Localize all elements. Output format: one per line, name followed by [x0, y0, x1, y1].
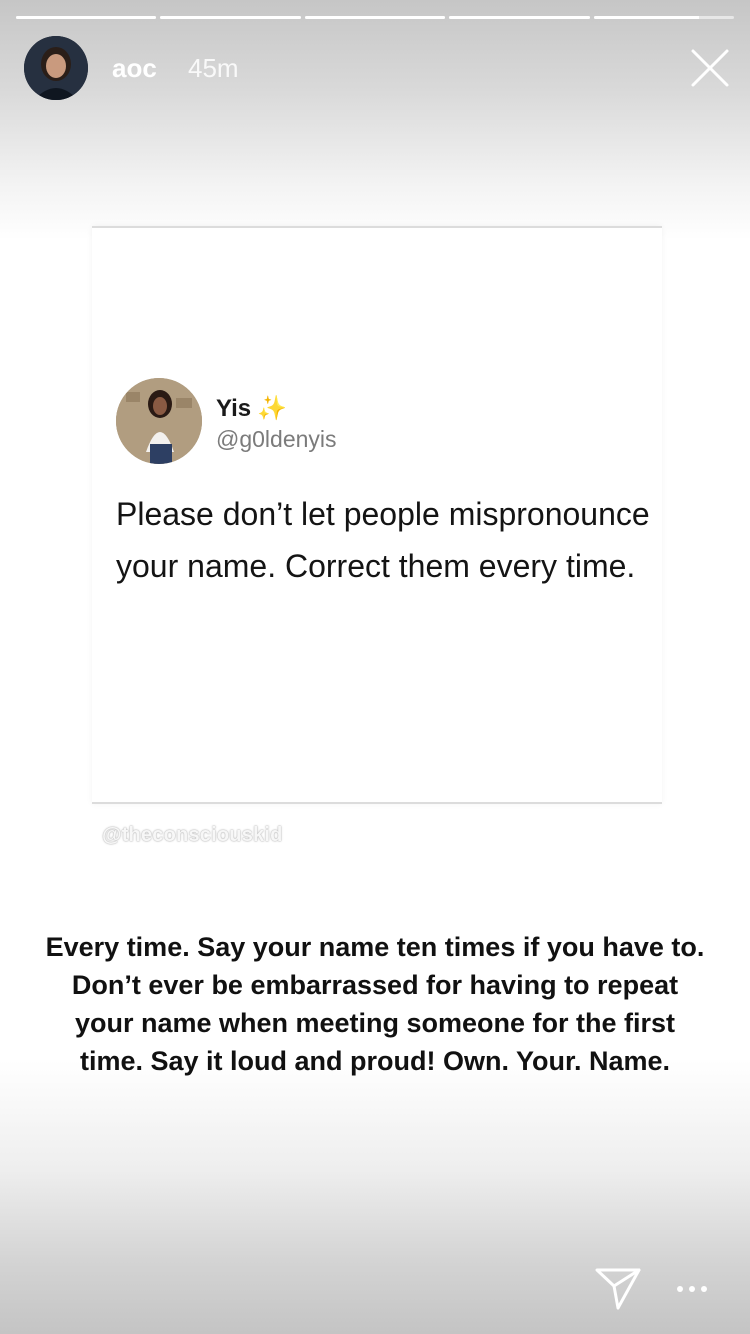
paper-plane-icon: [595, 1268, 641, 1310]
more-options-button[interactable]: [672, 1282, 712, 1296]
close-icon: [691, 49, 729, 87]
story-segment-1: [16, 16, 157, 19]
watermark: @theconsciouskid: [102, 824, 283, 846]
story-segment-2: [160, 16, 301, 19]
tweet-handle: @g0ldenyis: [216, 426, 337, 452]
tweet-display-name-text: Yis: [216, 395, 252, 422]
share-button[interactable]: [594, 1266, 642, 1312]
story-segment-4: [449, 16, 590, 19]
story-time-ago: 45m: [188, 53, 239, 83]
close-button[interactable]: [686, 44, 734, 92]
story-segment-fill: [304, 16, 446, 19]
story-segment-fill: [16, 16, 157, 19]
user-avatar[interactable]: [24, 36, 88, 100]
tweet-display-name: Yis ✨: [216, 394, 287, 423]
story-progress: [16, 16, 735, 19]
story-caption: Every time. Say your name ten times if y…: [45, 932, 705, 1076]
story-segment-fill: [449, 16, 590, 19]
tweet-avatar: [116, 378, 202, 464]
story-segment-5: [593, 16, 735, 19]
tweet-text: Please don’t let people mispronounce you…: [116, 496, 650, 584]
story-segment-fill: [160, 16, 301, 19]
story-username[interactable]: aoc: [112, 53, 157, 84]
more-options-icon: [677, 1286, 707, 1292]
sparkles-icon: ✨: [257, 395, 288, 422]
story-segment-3: [304, 16, 446, 19]
story-segment-fill: [593, 16, 699, 19]
